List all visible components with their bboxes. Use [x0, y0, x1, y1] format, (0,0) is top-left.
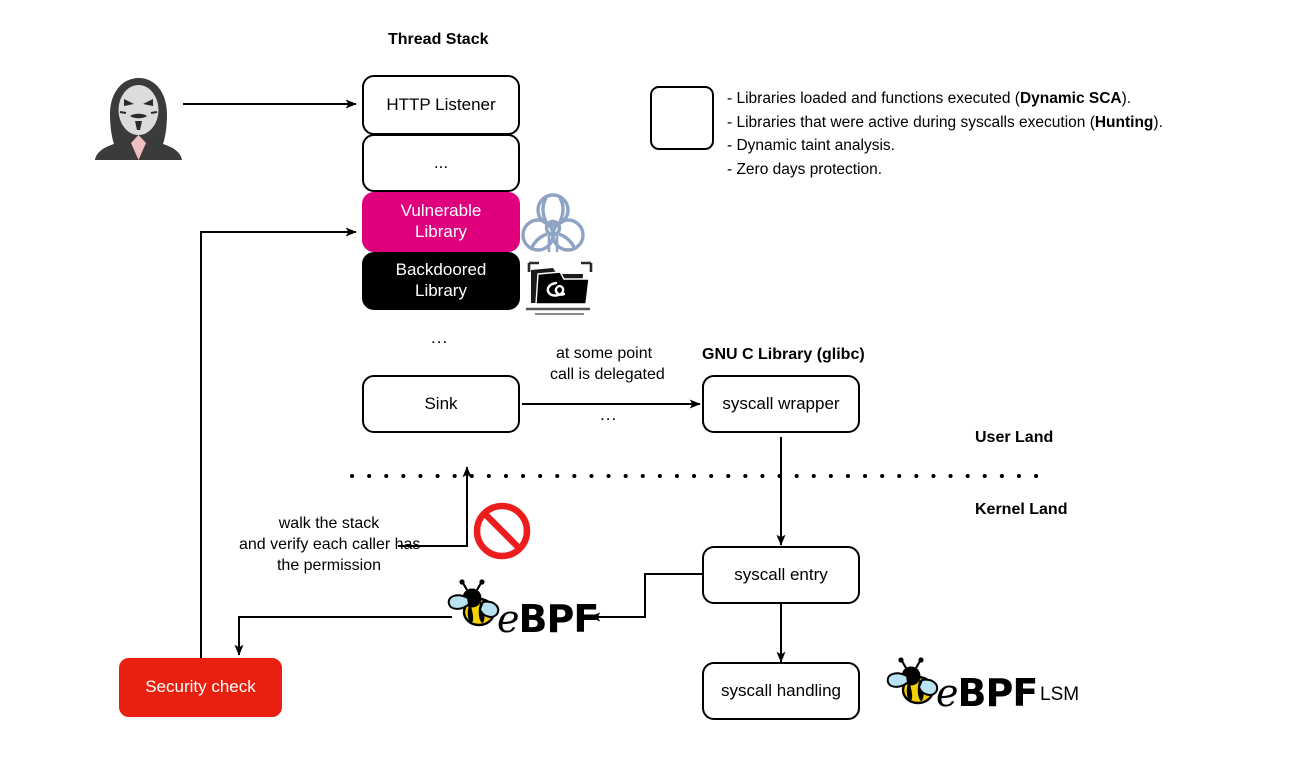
ebpf-logo-lsm: eBPF	[936, 671, 1038, 715]
stack-box-label: ...	[433, 152, 449, 172]
node-security-check[interactable]: Security check	[119, 658, 282, 717]
glibc-title: GNU C Library (glibc)	[702, 346, 865, 363]
diagram-canvas: Thread Stack GNU C Library (glibc) User …	[0, 0, 1300, 782]
legend-icon-frame	[650, 86, 714, 150]
thread-stack-title: Thread Stack	[388, 31, 489, 48]
node-sink[interactable]: Sink	[362, 375, 520, 433]
edge-label-walk-line3: the permission	[276, 557, 382, 574]
legend-item: - Dynamic taint analysis.	[727, 134, 1163, 158]
kernel-land-label: Kernel Land	[975, 501, 1068, 518]
edge-label-walk-line2: and verify each caller has	[239, 536, 421, 553]
ebpf-logo-kernel: eBPF	[497, 597, 599, 641]
legend-item-prefix: - Dynamic taint analysis.	[727, 137, 895, 155]
biohazard-icon-art	[521, 193, 585, 252]
ebpf-wordmark: eBPF	[497, 597, 599, 641]
stack-box-label: HTTP Listener	[386, 94, 496, 114]
stack-box-backdoored-library[interactable]: Backdoored Library	[362, 252, 520, 310]
legend-app-caption: App	[669, 126, 689, 137]
ebpf-bee-icon-art-2	[886, 657, 939, 705]
legend-item-prefix: - Libraries loaded and functions execute…	[727, 90, 1020, 107]
legend-item-bold: Dynamic SCA	[1019, 90, 1122, 107]
legend-item-bold: Hunting	[1094, 113, 1154, 131]
legend-item-suffix: ).	[1121, 90, 1132, 107]
ebpf-bee-icon-art-1	[447, 579, 500, 627]
node-syscall-wrapper[interactable]: syscall wrapper	[702, 375, 860, 433]
stack-gap-ellipsis: ...	[431, 328, 449, 347]
user-land-label: User Land	[975, 429, 1054, 446]
node-label: syscall entry	[734, 564, 828, 584]
edge-label-delegated-line1: at some point	[556, 345, 653, 362]
stack-box-vulnerable-library[interactable]: Vulnerable Library	[362, 192, 520, 252]
edge-label-delegated-ellipsis: ...	[600, 405, 618, 424]
legend-item-prefix: - Zero days protection.	[727, 160, 883, 178]
backdoor-folder-icon-art	[526, 261, 593, 315]
node-label: syscall handling	[720, 680, 841, 700]
node-label: syscall wrapper	[722, 393, 840, 413]
attacker-icon-art	[95, 78, 182, 160]
stack-box-label: Backdoored Library	[395, 260, 487, 300]
prohibition-icon-art	[473, 502, 531, 560]
node-syscall-entry[interactable]: syscall entry	[702, 546, 860, 604]
stack-box-label: Vulnerable Library	[400, 201, 482, 241]
node-label: Sink	[424, 393, 458, 413]
lsm-suffix-label: LSM	[1040, 684, 1080, 705]
legend-item-suffix: ).	[1153, 113, 1163, 131]
legend-item: - Zero days protection.	[727, 158, 1163, 182]
stack-box-ellipsis[interactable]: ...	[362, 134, 520, 192]
stack-box-http-listener[interactable]: HTTP Listener	[362, 75, 520, 135]
edge-label-delegated-line2: call is delegated	[550, 366, 665, 383]
node-syscall-handling[interactable]: syscall handling	[702, 662, 860, 720]
legend-text-block: - Libraries loaded and functions execute…	[727, 87, 1163, 181]
legend-item-prefix: - Libraries that were active during sysc…	[727, 113, 1095, 131]
ebpf-wordmark: eBPF	[936, 671, 1038, 715]
legend-item: - Libraries loaded and functions execute…	[727, 87, 1163, 111]
legend-item: - Libraries that were active during sysc…	[727, 111, 1163, 135]
edge-label-walk-line1: walk the stack	[278, 515, 380, 532]
node-label: Security check	[145, 677, 256, 697]
